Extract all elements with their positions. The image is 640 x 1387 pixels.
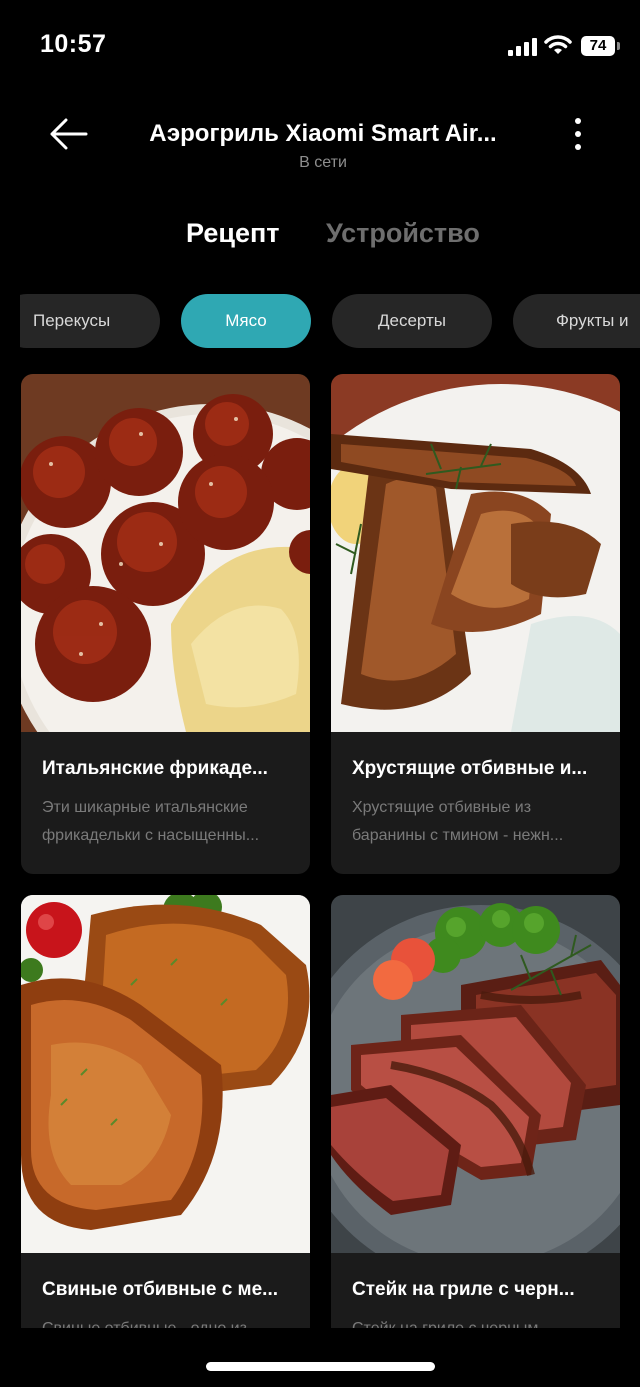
pork-chops-image: [21, 895, 310, 1253]
tab-recipe[interactable]: Рецепт: [186, 218, 280, 249]
chip-fruits[interactable]: Фрукты и: [513, 294, 640, 348]
device-title: Аэрогриль Xiaomi Smart Air...: [149, 120, 497, 147]
battery-tip: [617, 42, 620, 50]
status-bar: 10:57 74: [0, 0, 640, 90]
recipe-card[interactable]: Итальянские фрикаде... Эти шикарные итал…: [21, 374, 310, 874]
meatballs-image: [21, 374, 310, 732]
recipe-description: Хрустящие отбивные из баранины с тмином …: [352, 799, 564, 844]
recipe-title: Хрустящие отбивные и...: [352, 758, 588, 779]
recipe-grid: Итальянские фрикаде... Эти шикарные итал…: [0, 374, 640, 1328]
recipe-description: Стейк на гриле с черным: [352, 1315, 604, 1328]
lamb-chops-image: [331, 374, 620, 732]
device-status: В сети: [299, 154, 347, 171]
battery-indicator: 74: [581, 36, 615, 56]
chip-desserts[interactable]: Десерты: [332, 294, 492, 348]
recipe-card[interactable]: Стейк на гриле с черн... Стейк на гриле …: [331, 895, 620, 1328]
status-time: 10:57: [40, 30, 107, 58]
recipe-title: Свиные отбивные с ме...: [42, 1279, 279, 1300]
more-options-icon[interactable]: [560, 114, 596, 154]
home-indicator[interactable]: [206, 1362, 435, 1371]
tab-device[interactable]: Устройство: [326, 218, 480, 249]
cellular-signal-icon: [508, 38, 538, 56]
recipe-title: Итальянские фрикаде...: [42, 758, 268, 779]
recipe-card[interactable]: Хрустящие отбивные и... Хрустящие отбивн…: [331, 374, 620, 874]
back-arrow-icon[interactable]: [44, 112, 92, 156]
chip-meat[interactable]: Мясо: [181, 294, 311, 348]
category-chips: Перекусы Мясо Десерты Фрукты и: [20, 294, 640, 348]
tab-bar: Рецепт Устройство: [0, 218, 640, 258]
recipe-title: Стейк на гриле с черн...: [352, 1279, 575, 1300]
recipe-description: Свиные отбивные - одно из: [42, 1315, 294, 1328]
recipe-description: Эти шикарные итальянские фрикадельки с н…: [42, 799, 260, 844]
wifi-icon: [544, 35, 572, 54]
recipe-card[interactable]: Свиные отбивные с ме... Свиные отбивные …: [21, 895, 310, 1328]
chip-snacks[interactable]: Перекусы: [20, 294, 160, 348]
grilled-steak-image: [331, 895, 620, 1253]
